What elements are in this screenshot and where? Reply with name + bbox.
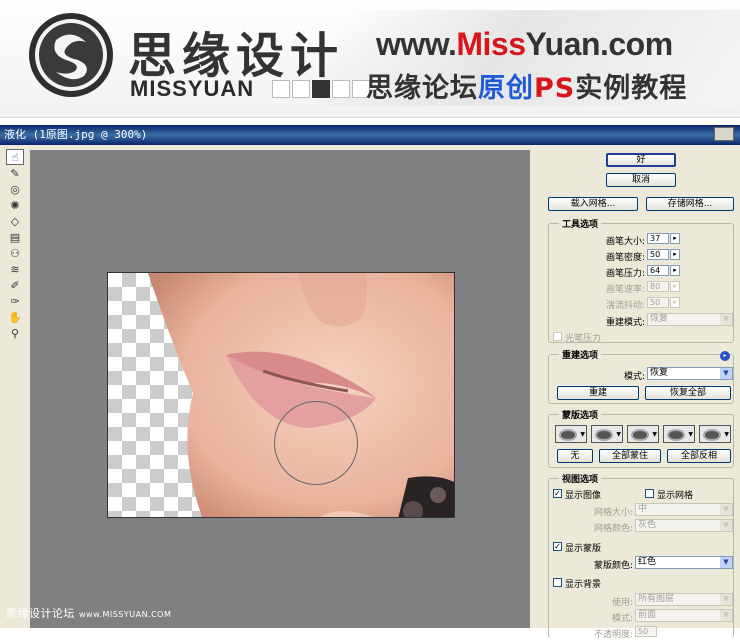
tool-bar: ☝ ✎ ◎ ✺ ◇ ▤ ⚇ ≋ ✐ ✑ ✋ ⚲ (4, 149, 26, 627)
brand-english-name: MISSYUAN (130, 76, 255, 101)
close-button[interactable] (714, 127, 734, 141)
options-panel: 好 取消 载入网格... 存储网格... 工具选项 画笔大小: 37 ▸ 画笔密… (542, 147, 740, 640)
invert-all-button[interactable]: 全部反相 (667, 449, 731, 463)
mask-replace-icon[interactable]: ▼ (555, 425, 587, 443)
mesh-color-select[interactable]: 灰色 ▼ (635, 519, 733, 532)
watermark: 思缘设计论坛 www.MISSYUAN.COM (6, 605, 171, 621)
backdrop-mode-select[interactable]: 前面 ▼ (635, 609, 733, 622)
brush-pressure-field[interactable]: 64 (647, 265, 669, 276)
backdrop-mode-label: 模式: (611, 614, 633, 624)
brush-density-arrow-icon[interactable]: ▸ (670, 249, 680, 260)
mask-none-button[interactable]: 无 (557, 449, 593, 463)
brand-logo-icon (29, 13, 113, 97)
cancel-button[interactable]: 取消 (606, 173, 676, 187)
restore-all-button[interactable]: 恢复全部 (645, 386, 731, 400)
reconstruct-options-title: 重建选项 (559, 348, 602, 361)
brush-size-arrow-icon[interactable]: ▸ (670, 233, 680, 244)
mask-options-group: 蒙版选项 ▼ ▼ ▼ ▼ ▼ 无 全部蒙住 全部反相 (548, 408, 734, 468)
reconstruct-mode-select[interactable]: 恢复 ▼ (647, 313, 733, 326)
show-mesh-label: 显示网格 (657, 491, 694, 501)
reconstruct-mode-label-2: 模式: (623, 372, 645, 382)
reconstruct-mode-label: 重建模式: (605, 318, 645, 328)
forward-warp-tool-icon[interactable]: ☝ (6, 149, 24, 165)
brush-pressure-arrow-icon[interactable]: ▸ (670, 265, 680, 276)
window-title-bar[interactable]: 液化 (1原图.jpg @ 300%) (0, 125, 740, 145)
tool-options-title: 工具选项 (559, 217, 602, 230)
view-options-title: 视图选项 (559, 472, 602, 485)
turbulent-jitter-field[interactable]: 50 (647, 297, 669, 308)
mesh-color-label: 网格颜色: (593, 524, 633, 534)
backdrop-opacity-label: 不透明度: (593, 630, 633, 640)
mask-intersect-icon[interactable]: ▼ (663, 425, 695, 443)
show-image-label: 显示图像 (565, 491, 602, 501)
brush-rate-label: 画笔速率: (605, 285, 645, 295)
stylus-pressure-label: 光笔压力 (565, 334, 602, 344)
twirl-tool-icon[interactable]: ◎ (6, 181, 24, 197)
brush-rate-field[interactable]: 80 (647, 281, 669, 292)
view-options-group: 视图选项 ✓ 显示图像 显示网格 网格大小: 中 ▼ 网格颜色: 灰色 ▼ ✓ 显示… (548, 472, 734, 640)
bloat-tool-icon[interactable]: ◇ (6, 213, 24, 229)
mask-color-select[interactable]: 红色 ▼ (635, 556, 733, 569)
watermark-en: www.MISSYUAN.COM (79, 610, 172, 619)
preview-canvas[interactable] (30, 150, 530, 628)
brush-pressure-label: 画笔压力: (605, 269, 645, 279)
brush-density-field[interactable]: 50 (647, 249, 669, 260)
mesh-size-label: 网格大小: (593, 508, 633, 518)
mask-subtract-icon[interactable]: ▼ (627, 425, 659, 443)
backdrop-use-label: 使用: (611, 598, 633, 608)
show-image-checkbox[interactable]: ✓ (553, 489, 562, 498)
ok-button[interactable]: 好 (606, 153, 676, 167)
mask-mode-buttons: ▼ ▼ ▼ ▼ ▼ (555, 425, 733, 443)
tool-options-group: 工具选项 画笔大小: 37 ▸ 画笔密度: 50 ▸ 画笔压力: 64 ▸ 画笔… (548, 217, 734, 344)
backdrop-use-select[interactable]: 所有图层 ▼ (635, 593, 733, 606)
zoom-tool-icon[interactable]: ⚲ (6, 325, 24, 341)
brush-rate-arrow-icon[interactable]: ▸ (670, 281, 680, 292)
show-backdrop-checkbox[interactable] (553, 578, 562, 587)
show-mask-label: 显示蒙版 (565, 544, 602, 554)
panel-menu-arrow-icon[interactable]: ▸ (720, 351, 730, 361)
preview-image[interactable] (107, 272, 455, 518)
mask-invert-icon[interactable]: ▼ (699, 425, 731, 443)
thaw-mask-tool-icon[interactable]: ✑ (6, 293, 24, 309)
stylus-pressure-checkbox[interactable] (553, 332, 562, 341)
brush-size-label: 画笔大小: (605, 237, 645, 247)
load-mesh-button[interactable]: 载入网格... (548, 197, 638, 211)
mask-add-icon[interactable]: ▼ (591, 425, 623, 443)
mask-color-label: 蒙版颜色: (593, 561, 633, 571)
site-slogan: 思缘论坛原创PS实例教程 (366, 73, 688, 104)
pucker-tool-icon[interactable]: ✺ (6, 197, 24, 213)
watermark-cn: 思缘设计论坛 (6, 607, 75, 620)
mask-all-button[interactable]: 全部蒙住 (599, 449, 661, 463)
save-mesh-button[interactable]: 存储网格... (646, 197, 734, 211)
show-backdrop-label: 显示背景 (565, 580, 602, 590)
turbulent-jitter-label: 湍流抖动: (605, 301, 645, 311)
brush-density-label: 画笔密度: (605, 253, 645, 263)
turbulent-jitter-arrow-icon[interactable]: ▸ (670, 297, 680, 308)
reconstruct-options-group: 重建选项 模式: 恢复 ▼ 重建 恢复全部 (548, 348, 734, 404)
mirror-tool-icon[interactable]: ⚇ (6, 245, 24, 261)
brand-squares (272, 80, 370, 98)
show-mask-checkbox[interactable]: ✓ (553, 542, 562, 551)
brush-size-field[interactable]: 37 (647, 233, 669, 244)
window-title: 液化 (1原图.jpg @ 300%) (4, 128, 148, 141)
reconstruct-button[interactable]: 重建 (557, 386, 639, 400)
show-mesh-checkbox[interactable] (645, 489, 654, 498)
hand-tool-icon[interactable]: ✋ (6, 309, 24, 325)
reconstruct-tool-icon[interactable]: ✎ (6, 165, 24, 181)
mask-options-title: 蒙版选项 (559, 408, 602, 421)
liquify-window: 液化 (1原图.jpg @ 300%) ☝ ✎ ◎ ✺ ◇ ▤ ⚇ ≋ ✐ ✑ … (0, 125, 740, 640)
mesh-size-select[interactable]: 中 ▼ (635, 503, 733, 516)
freeze-mask-tool-icon[interactable]: ✐ (6, 277, 24, 293)
turbulence-tool-icon[interactable]: ≋ (6, 261, 24, 277)
push-left-tool-icon[interactable]: ▤ (6, 229, 24, 245)
site-url: www.MissYuan.com (376, 26, 673, 62)
face-photo (148, 273, 454, 517)
banner: 思缘设计 MISSYUAN www.MissYuan.com 思缘论坛原创PS实… (0, 0, 740, 118)
brush-cursor (274, 401, 358, 485)
reconstruct-options-mode-select[interactable]: 恢复 ▼ (647, 367, 733, 380)
